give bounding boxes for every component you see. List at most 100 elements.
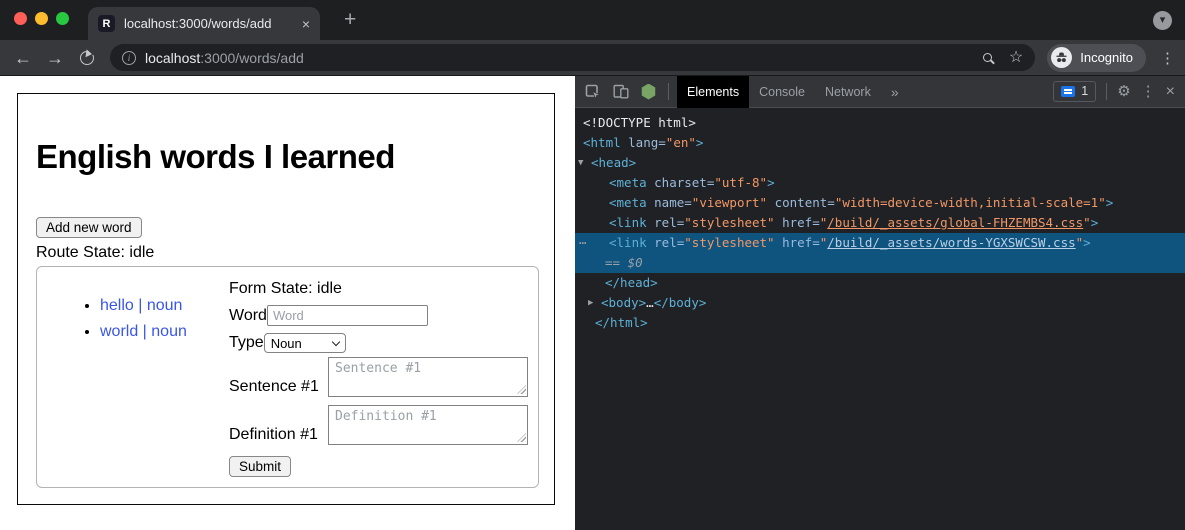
route-state-text: Route State: idle [36, 244, 554, 262]
settings-gear-icon[interactable]: ⚙ [1117, 84, 1130, 99]
reload-button[interactable] [80, 51, 94, 65]
code-token: href [782, 235, 812, 250]
node-js-icon[interactable] [641, 84, 656, 100]
dom-node-line[interactable]: <link rel="stylesheet" href="/build/_ass… [575, 213, 1185, 233]
code-token: "stylesheet" [684, 235, 774, 250]
issues-count: 1 [1081, 85, 1088, 98]
remix-favicon-icon: R [98, 15, 115, 32]
code-token: href [782, 215, 812, 230]
code-token: charset [654, 175, 707, 190]
code-token: "viewport" [692, 195, 767, 210]
dom-node-line[interactable]: ▶ <body>…</body> [575, 293, 1185, 313]
type-select[interactable]: Noun [264, 333, 346, 353]
code-token: name [654, 195, 684, 210]
dom-node-line[interactable]: <meta charset="utf-8"> [575, 173, 1185, 193]
dom-node-line[interactable]: == $0 [575, 253, 1185, 273]
browser-toolbar: ← → i localhost:3000/words/add ☆ Incogni… [0, 40, 1185, 76]
minimize-window-button[interactable] [35, 12, 48, 25]
code-token: = [684, 195, 692, 210]
code-token: </head> [605, 275, 658, 290]
word-list: hello | noun world | noun [37, 297, 229, 341]
word-input[interactable] [267, 305, 428, 326]
definition-textarea[interactable] [328, 405, 528, 445]
zoom-icon[interactable] [983, 53, 992, 62]
inspect-element-icon[interactable] [585, 84, 601, 100]
code-token: <head> [591, 155, 636, 170]
dom-node-line[interactable]: </html> [575, 313, 1185, 333]
devtools-toolbar: ElementsConsoleNetwork » 1 ⚙ ⋮ × [575, 76, 1185, 108]
incognito-label: Incognito [1080, 50, 1133, 65]
word-link[interactable]: world | noun [100, 323, 187, 340]
collapse-arrow-icon[interactable]: ▶ [588, 293, 593, 313]
word-list-item: world | noun [100, 323, 229, 341]
incognito-badge[interactable]: Incognito [1047, 44, 1146, 72]
maximize-window-button[interactable] [56, 12, 69, 25]
word-list-item: hello | noun [100, 297, 229, 315]
code-token: </html> [595, 315, 648, 330]
words-panel: hello | nounworld | noun Form State: idl… [36, 266, 539, 488]
code-token: > [1083, 235, 1091, 250]
issues-counter[interactable]: 1 [1053, 81, 1096, 102]
code-token: </body> [654, 295, 707, 310]
devtools-tab-elements[interactable]: Elements [677, 76, 749, 108]
expand-arrow-icon[interactable]: ▼ [578, 153, 583, 173]
code-token: "width=device-width,initial-scale=1" [835, 195, 1106, 210]
code-token: <body> [601, 295, 646, 310]
code-token: > [767, 175, 775, 190]
code-token: "stylesheet" [684, 215, 774, 230]
window-menu-button[interactable]: ▾ [1153, 11, 1172, 30]
close-window-button[interactable] [14, 12, 27, 25]
word-label: Word [229, 307, 267, 325]
bookmark-star-icon[interactable]: ☆ [1009, 50, 1023, 66]
tab-close-icon[interactable]: × [302, 17, 310, 31]
code-token: … [646, 295, 654, 310]
more-tabs-icon[interactable]: » [881, 84, 909, 100]
code-token: <link [609, 235, 654, 250]
code-token: = [658, 135, 666, 150]
code-token [775, 215, 783, 230]
definition-field-row: Definition #1 [229, 405, 538, 445]
code-token: <html [583, 135, 628, 150]
new-tab-button[interactable]: + [344, 8, 356, 32]
devtools-toolbar-right: 1 ⚙ ⋮ × [1053, 81, 1185, 102]
forward-button[interactable]: → [42, 49, 68, 67]
url-path: :3000/words/add [200, 50, 304, 66]
web-page: English words I learned Add new word Rou… [0, 76, 575, 530]
device-toolbar-icon[interactable] [613, 84, 629, 99]
devtools-tab-network[interactable]: Network [815, 76, 881, 108]
submit-button[interactable]: Submit [229, 456, 291, 477]
add-new-word-button[interactable]: Add new word [36, 217, 142, 238]
back-button[interactable]: ← [10, 49, 36, 67]
type-label: Type [229, 334, 264, 352]
devtools-close-icon[interactable]: × [1166, 84, 1175, 100]
browser-tab[interactable]: R localhost:3000/words/add × [88, 7, 320, 40]
devtools-tab-console[interactable]: Console [749, 76, 815, 108]
word-list-column: hello | noun world | noun [37, 267, 229, 487]
toolbar-divider [668, 83, 669, 100]
code-token: $0 [628, 255, 643, 270]
sentence-label: Sentence #1 [229, 378, 328, 397]
url-text[interactable]: localhost:3000/words/add [145, 50, 304, 66]
dom-node-line[interactable]: <!DOCTYPE html> [575, 113, 1185, 133]
dom-node-line[interactable]: <meta name="viewport" content="width=dev… [575, 193, 1185, 213]
code-token: "utf-8" [714, 175, 767, 190]
browser-menu-icon[interactable]: ⋮ [1160, 49, 1175, 67]
code-token: > [696, 135, 704, 150]
word-link[interactable]: hello | noun [100, 297, 182, 314]
sentence-field-row: Sentence #1 [229, 357, 538, 397]
dom-node-line[interactable]: <html lang="en"> [575, 133, 1185, 153]
devtools-menu-icon[interactable]: ⋮ [1141, 84, 1156, 99]
dom-node-line[interactable]: ⋯<link rel="stylesheet" href="/build/_as… [575, 233, 1185, 253]
toolbar-divider [1106, 83, 1107, 100]
node-more-actions-icon[interactable]: ⋯ [579, 233, 587, 253]
code-token: == [605, 255, 628, 270]
code-token [767, 195, 775, 210]
code-token: <link [609, 215, 654, 230]
address-bar[interactable]: i localhost:3000/words/add ☆ [110, 44, 1035, 71]
site-info-icon[interactable]: i [122, 51, 136, 65]
dom-node-line[interactable]: </head> [575, 273, 1185, 293]
sentence-textarea[interactable] [328, 357, 528, 397]
tab-title: localhost:3000/words/add [124, 16, 293, 31]
issues-icon [1061, 86, 1075, 97]
dom-node-line[interactable]: ▼ <head> [575, 153, 1185, 173]
